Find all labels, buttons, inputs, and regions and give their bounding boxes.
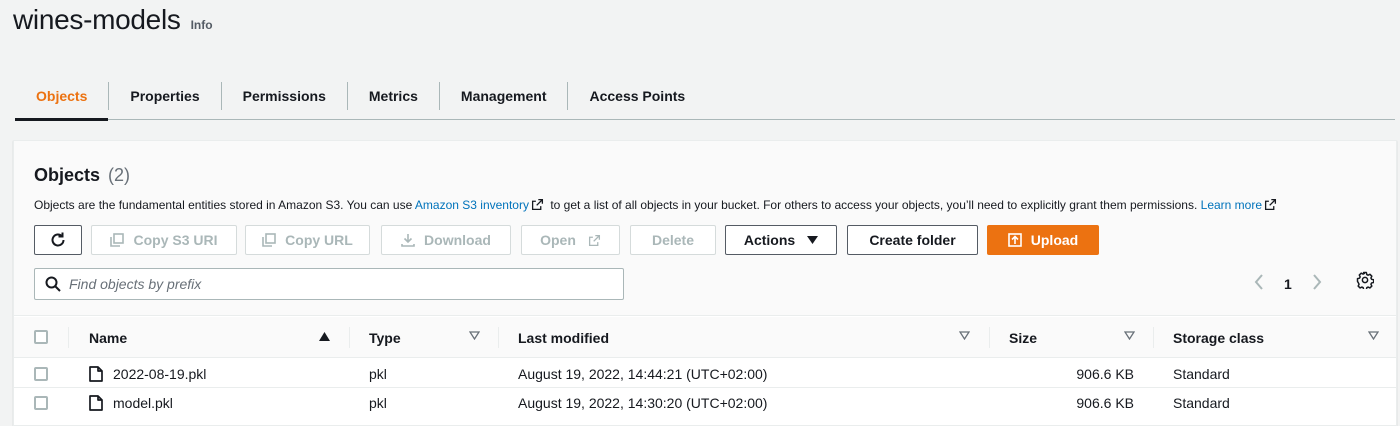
object-name[interactable]: 2022-08-19.pkl: [113, 366, 206, 382]
tab-permissions[interactable]: Permissions: [222, 73, 347, 119]
next-page-icon[interactable]: [1312, 273, 1322, 296]
column-last-modified[interactable]: Last modified: [518, 317, 609, 358]
column-storage-class[interactable]: Storage class: [1173, 317, 1264, 358]
tab-objects[interactable]: Objects: [15, 73, 109, 121]
upload-button[interactable]: Upload: [987, 225, 1099, 255]
column-divider: [498, 327, 499, 348]
type-cell: pkl: [369, 394, 387, 411]
column-name[interactable]: Name: [89, 317, 127, 358]
create-folder-button[interactable]: Create folder: [847, 225, 978, 255]
caret-down-icon: [807, 236, 819, 244]
inventory-link[interactable]: Amazon S3 inventory: [415, 198, 529, 212]
actions-dropdown[interactable]: Actions: [725, 225, 837, 255]
copy-s3-uri-label: Copy S3 URI: [133, 232, 218, 248]
copy-url-label: Copy URL: [285, 232, 353, 248]
search-box: [34, 268, 624, 300]
delete-label: Delete: [651, 232, 695, 248]
sort-icon[interactable]: [469, 331, 480, 340]
objects-title: Objects: [34, 165, 101, 185]
gear-icon[interactable]: [1356, 271, 1375, 291]
actions-label: Actions: [743, 232, 796, 248]
name-cell[interactable]: 2022-08-19.pkl: [89, 359, 206, 388]
page-header: wines-models Info: [13, 4, 213, 36]
name-cell[interactable]: model.pkl: [89, 388, 173, 417]
sort-icon[interactable]: [1368, 331, 1379, 340]
last-modified-cell: August 19, 2022, 14:30:20 (UTC+02:00): [518, 394, 768, 411]
tab-bar: Objects Properties Permissions Metrics M…: [15, 73, 1395, 121]
objects-heading: Objects (2): [34, 165, 130, 186]
file-icon: [89, 394, 103, 411]
page-number[interactable]: 1: [1284, 276, 1292, 292]
storage-class-cell: Standard: [1173, 365, 1230, 382]
storage-class-cell: Standard: [1173, 394, 1230, 411]
info-link[interactable]: Info: [191, 18, 213, 32]
external-link-icon: [588, 234, 601, 247]
open-label: Open: [540, 232, 576, 248]
size-cell: 906.6 KB: [1076, 365, 1134, 382]
column-divider: [1153, 327, 1154, 348]
download-icon: [401, 233, 415, 247]
type-cell: pkl: [369, 365, 387, 382]
row-checkbox[interactable]: [34, 396, 48, 410]
table-header: Name Type Last modified Size Storage cla…: [14, 317, 1396, 358]
copy-url-button[interactable]: Copy URL: [245, 225, 370, 255]
create-folder-label: Create folder: [869, 232, 956, 248]
external-link-icon: [1264, 198, 1277, 211]
open-button[interactable]: Open: [521, 225, 620, 255]
download-label: Download: [424, 232, 491, 248]
pagination: 1: [1254, 268, 1322, 300]
page-title: wines-models: [13, 4, 181, 35]
description-text-1: Objects are the fundamental entities sto…: [34, 198, 413, 212]
table-row[interactable]: model.pkl pkl August 19, 2022, 14:30:20 …: [14, 388, 1396, 417]
upload-icon: [1007, 233, 1022, 247]
download-button[interactable]: Download: [381, 225, 511, 255]
row-checkbox[interactable]: [34, 367, 48, 381]
sort-icon[interactable]: [1124, 331, 1135, 340]
delete-button[interactable]: Delete: [630, 225, 716, 255]
column-size[interactable]: Size: [1009, 317, 1037, 358]
copy-s3-uri-button[interactable]: Copy S3 URI: [91, 225, 237, 255]
description-text-2: to get a list of all objects in your buc…: [550, 198, 1198, 212]
select-all-checkbox[interactable]: [34, 330, 48, 344]
search-input[interactable]: [69, 276, 589, 292]
column-type[interactable]: Type: [369, 317, 401, 358]
object-name[interactable]: model.pkl: [113, 395, 173, 411]
column-divider: [68, 327, 69, 348]
table-row[interactable]: 2022-08-19.pkl pkl August 19, 2022, 14:4…: [14, 359, 1396, 388]
column-divider: [989, 327, 990, 348]
refresh-icon: [51, 232, 65, 247]
external-link-icon: [531, 198, 544, 211]
tab-metrics[interactable]: Metrics: [348, 73, 439, 119]
learn-more-link[interactable]: Learn more: [1201, 198, 1262, 212]
objects-panel: Objects (2) Objects are the fundamental …: [13, 140, 1397, 426]
objects-panel-header: Objects (2) Objects are the fundamental …: [14, 141, 1396, 316]
previous-page-icon[interactable]: [1254, 273, 1264, 296]
last-modified-cell: August 19, 2022, 14:44:21 (UTC+02:00): [518, 365, 768, 382]
tab-access-points[interactable]: Access Points: [568, 73, 706, 119]
objects-description: Objects are the fundamental entities sto…: [34, 198, 1280, 212]
column-divider: [349, 327, 350, 348]
copy-icon: [110, 233, 125, 247]
file-icon: [89, 365, 103, 382]
size-cell: 906.6 KB: [1076, 394, 1134, 411]
upload-label: Upload: [1030, 232, 1079, 248]
copy-icon: [262, 233, 276, 247]
tab-management[interactable]: Management: [440, 73, 568, 119]
objects-count: (2): [108, 165, 131, 185]
sort-ascending-icon[interactable]: [319, 332, 330, 341]
sort-icon[interactable]: [959, 331, 970, 340]
refresh-button[interactable]: [34, 225, 82, 255]
tab-properties[interactable]: Properties: [109, 73, 220, 119]
search-icon: [45, 276, 61, 292]
